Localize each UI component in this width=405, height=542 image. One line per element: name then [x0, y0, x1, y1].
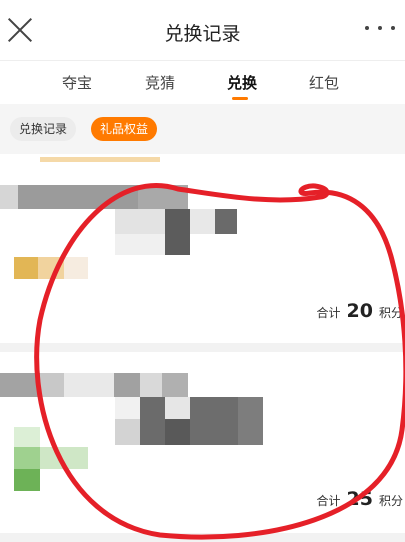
- pixelated-image: [238, 397, 263, 445]
- pixelated-image: [64, 373, 114, 397]
- total-label: 合计: [316, 494, 341, 508]
- filter-bar: 兑换记录 礼品权益: [0, 104, 405, 154]
- pixelated-image: [14, 427, 40, 447]
- chip-exchange-records[interactable]: 兑换记录: [10, 117, 77, 141]
- tab-duihuan[interactable]: 兑换: [227, 72, 257, 93]
- pixelated-image: [38, 257, 64, 279]
- pixelated-image: [140, 397, 165, 445]
- pixelated-image: [162, 373, 188, 397]
- pixelated-image: [190, 209, 215, 234]
- pixelated-image: [138, 185, 188, 209]
- pixelated-image: [0, 185, 18, 209]
- pixelated-image: [165, 397, 190, 419]
- pixelated-image: [40, 373, 64, 397]
- chip-gift-benefits[interactable]: 礼品权益: [91, 117, 158, 141]
- divider: [0, 343, 405, 352]
- record-card[interactable]: 合计 25 积分: [0, 353, 405, 533]
- pixelated-image: [14, 469, 40, 491]
- points-unit: 积分: [378, 494, 403, 508]
- pixelated-image: [40, 447, 88, 469]
- tab-bar: 夺宝 竞猜 兑换 红包: [0, 60, 405, 103]
- tab-hongbao[interactable]: 红包: [309, 72, 339, 93]
- pixelated-image: [115, 209, 165, 234]
- points-value: 25: [346, 488, 373, 510]
- points-unit: 积分: [378, 306, 403, 320]
- pixelated-image: [115, 234, 165, 255]
- record-card[interactable]: 合计 20 积分: [0, 157, 405, 342]
- pixelated-image: [165, 209, 190, 255]
- tab-duobao[interactable]: 夺宝: [62, 72, 92, 93]
- pixelated-image: [115, 419, 140, 445]
- record-total: 合计 20 积分: [317, 300, 403, 322]
- page-title: 兑换记录: [164, 23, 241, 45]
- points-value: 20: [346, 300, 373, 322]
- total-label: 合计: [316, 306, 341, 320]
- pixelated-image: [40, 157, 160, 162]
- tab-jingcai[interactable]: 竞猜: [145, 72, 175, 93]
- pixelated-image: [165, 419, 190, 445]
- pixelated-image: [14, 447, 40, 469]
- top-bar: 兑换记录: [0, 0, 405, 60]
- pixelated-image: [114, 373, 140, 397]
- pixelated-image: [0, 373, 40, 397]
- pixelated-image: [18, 185, 138, 209]
- pixelated-image: [14, 257, 38, 279]
- more-icon[interactable]: [365, 26, 395, 34]
- record-total: 合计 25 积分: [317, 488, 403, 510]
- pixelated-image: [190, 397, 238, 445]
- pixelated-image: [64, 257, 88, 279]
- pixelated-image: [140, 373, 162, 397]
- active-tab-indicator: [232, 97, 248, 100]
- pixelated-image: [215, 209, 237, 234]
- pixelated-image: [115, 397, 140, 419]
